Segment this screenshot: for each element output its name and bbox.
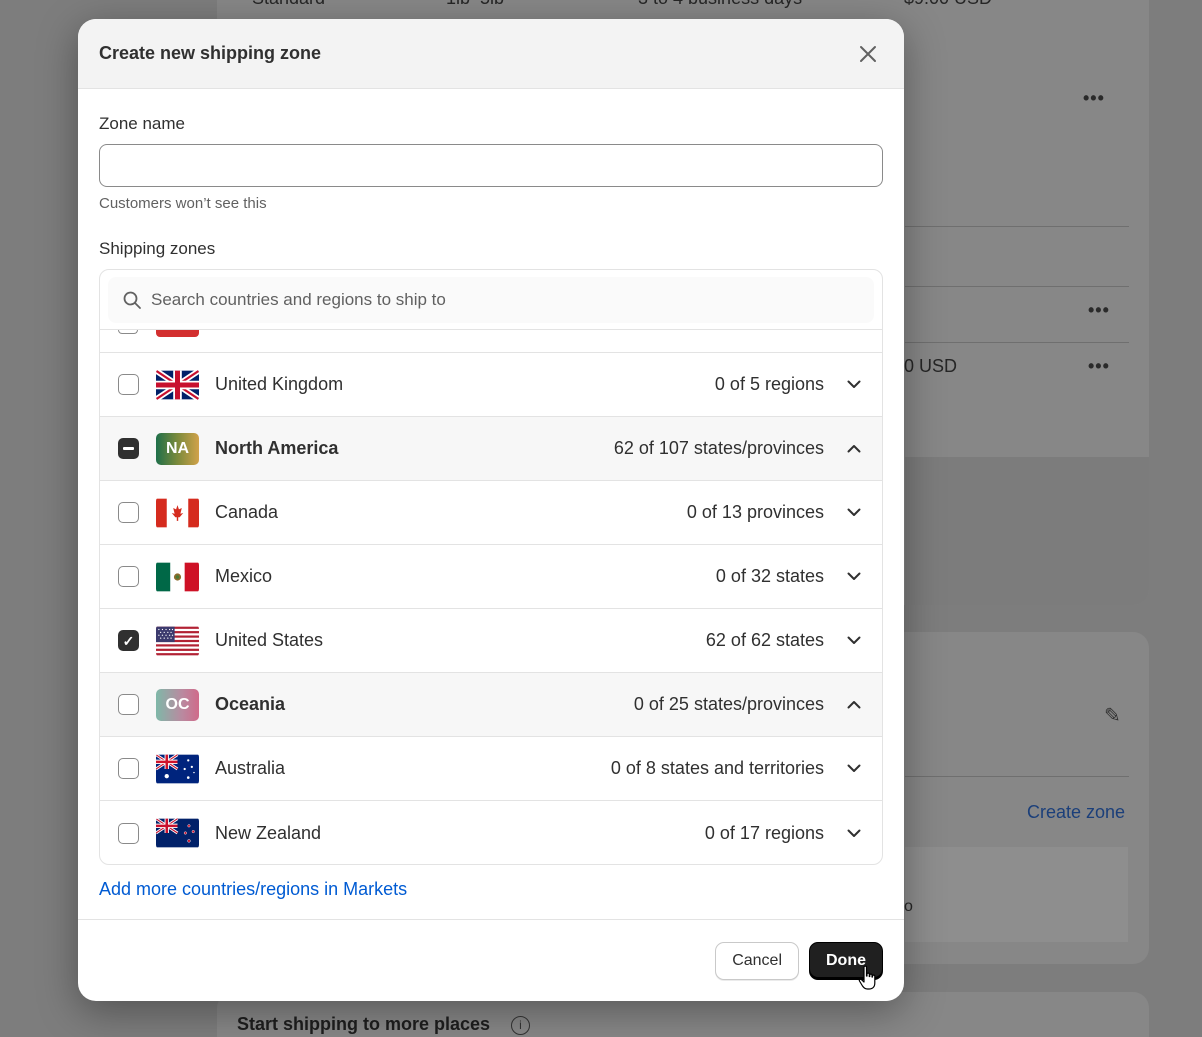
zone-row-oceania[interactable]: OC Oceania 0 of 25 states/provinces [100,673,882,737]
search-bar [100,270,882,330]
shipping-zones-list: United Kingdom 0 of 5 regions NA North A… [99,269,883,865]
zone-count: 0 of 8 states and territories [610,758,824,778]
search-icon [123,291,141,309]
checkbox-indeterminate[interactable] [118,438,139,459]
zone-count: 62 of 107 states/provinces [613,438,824,458]
zone-name: Canada [215,502,279,522]
zone-row-united-states[interactable]: ✓ United States 62 of 62 states [100,609,882,673]
checkbox[interactable] [118,694,139,715]
australia-flag-icon [156,752,199,785]
add-more-countries-link[interactable]: Add more countries/regions in Markets [99,879,407,900]
chevron-down-icon[interactable] [844,567,864,587]
create-shipping-zone-modal: Create new shipping zone Zone name Custo… [78,19,904,1001]
canada-flag-icon [156,497,199,529]
chevron-down-icon[interactable] [844,823,864,843]
checkbox[interactable] [118,566,139,587]
zone-name: New Zealand [215,822,322,843]
cancel-button[interactable]: Cancel [715,941,799,980]
checkbox[interactable] [118,374,139,395]
chevron-up-icon[interactable] [844,695,864,715]
checkbox[interactable] [118,758,139,779]
zone-row-new-zealand[interactable]: New Zealand 0 of 17 regions [100,801,882,864]
close-icon[interactable] [853,39,883,69]
list-item-partial [100,330,882,353]
zone-count: 0 of 17 regions [704,822,824,843]
oceania-badge-icon: OC [156,688,199,721]
checkbox-checked[interactable]: ✓ [118,630,139,651]
zone-name: United Kingdom [215,374,344,394]
north-america-badge-icon: NA [156,432,199,465]
us-flag-icon [156,625,199,657]
zone-count: 0 of 5 regions [714,374,824,394]
new-zealand-flag-icon [156,817,199,849]
zone-count: 0 of 32 states [715,566,824,586]
zone-name: Mexico [215,566,273,586]
modal-header: Create new shipping zone [78,19,904,89]
search-field[interactable] [108,276,874,323]
checkbox[interactable] [118,330,138,334]
chevron-up-icon[interactable] [844,439,864,459]
modal-title: Create new shipping zone [99,43,322,63]
modal-footer: Cancel Done [78,919,904,1001]
zone-name: Oceania [215,694,286,714]
chevron-down-icon[interactable] [844,631,864,651]
mexico-flag-icon [156,561,199,593]
zone-count: 0 of 25 states/provinces [633,694,824,714]
chevron-down-icon[interactable] [844,759,864,779]
zone-count: 62 of 62 states [705,630,824,650]
shipping-zones-label: Shipping zones [99,239,216,258]
chevron-down-icon[interactable] [844,375,864,395]
search-input[interactable] [151,289,860,310]
zone-row-united-kingdom[interactable]: United Kingdom 0 of 5 regions [100,353,882,417]
zone-name-help-text: Customers won’t see this [99,195,267,212]
uk-flag-icon [156,368,199,401]
checkbox[interactable] [118,822,139,844]
zone-name: United States [215,630,324,650]
zone-name: North America [215,438,339,458]
pointer-cursor-icon [858,965,876,990]
modal-body: Zone name Customers won’t see this Shipp… [78,114,904,900]
zone-name-label: Zone name [99,114,185,133]
zone-name: Australia [215,758,286,778]
zone-row-canada[interactable]: Canada 0 of 13 provinces [100,481,882,545]
flag-icon [156,330,199,337]
zone-name-input[interactable] [99,144,883,187]
zone-count: 0 of 13 provinces [686,502,824,522]
checkbox[interactable] [118,502,139,523]
zone-row-mexico[interactable]: Mexico 0 of 32 states [100,545,882,609]
chevron-down-icon[interactable] [844,503,864,523]
zone-row-north-america[interactable]: NA North America 62 of 107 states/provin… [100,417,882,481]
zone-row-australia[interactable]: Australia 0 of 8 states and territories [100,737,882,801]
